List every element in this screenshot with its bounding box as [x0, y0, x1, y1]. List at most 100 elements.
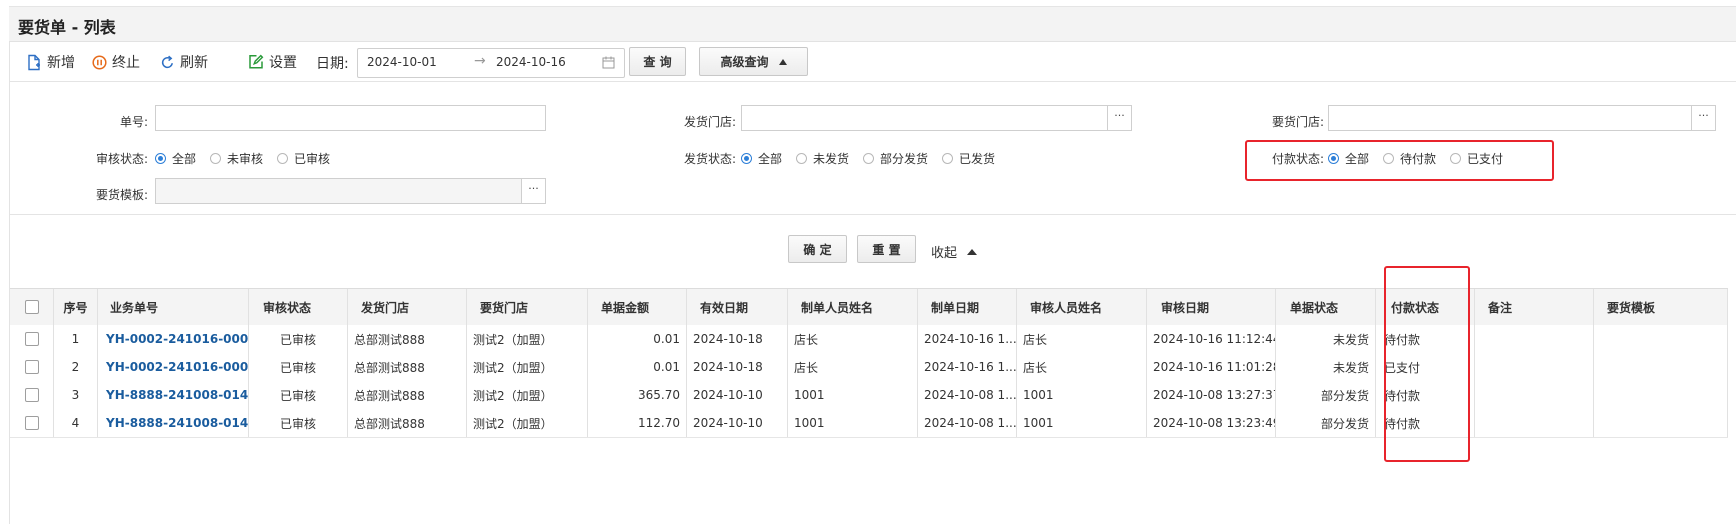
row-checkbox[interactable]	[24, 360, 39, 374]
radio-label: 未审核	[227, 152, 264, 166]
audit-option-audited[interactable]: 已审核	[277, 150, 330, 167]
edit-settings-icon	[249, 54, 264, 69]
table-cell: 2024-10-18	[687, 325, 788, 353]
row-checkbox[interactable]	[24, 388, 39, 402]
toolbar: 新增 终止 刷新 设置 日期: 2024-10-01 → 2024-10-16 …	[10, 41, 1736, 81]
header-cell[interactable]: 制单日期	[918, 289, 1017, 325]
settings-label: 设置	[269, 55, 297, 71]
radio-label: 部分发货	[880, 152, 929, 166]
order-no-link[interactable]: YH-0002-241016-0007	[98, 353, 249, 381]
header-cell[interactable]: 有效日期	[687, 289, 788, 325]
radio[interactable]	[796, 153, 808, 164]
template-input[interactable]	[155, 178, 522, 204]
audit-option-all[interactable]: 全部	[155, 150, 196, 167]
ship-option-shipped[interactable]: 已发货	[942, 150, 995, 167]
date-to[interactable]: 2024-10-16	[496, 55, 566, 69]
reset-button[interactable]: 重 置	[857, 235, 916, 263]
table-cell	[1475, 381, 1594, 409]
order-no-label: 单号:	[119, 115, 148, 129]
template-picker-button[interactable]: ···	[521, 178, 546, 204]
header-cell[interactable]: 要货模板	[1594, 289, 1728, 325]
pay-status-highlight	[1245, 140, 1554, 181]
table-cell: 2024-10-16 1...	[918, 353, 1017, 381]
stop-button[interactable]: 终止	[92, 51, 140, 73]
reset-label: 重 置	[872, 242, 901, 257]
header-cell[interactable]: 要货门店	[467, 289, 588, 325]
order-no-link[interactable]: YH-8888-241008-0148	[98, 381, 249, 409]
row-checkbox[interactable]	[24, 332, 39, 346]
table-cell: 总部测试888	[348, 409, 467, 437]
order-no-link[interactable]: YH-0002-241016-0008	[98, 325, 249, 353]
radio[interactable]	[942, 153, 954, 164]
select-all-checkbox[interactable]	[24, 300, 39, 314]
collapse-toggle[interactable]: 收起	[931, 242, 978, 261]
table-cell: 2024-10-16 11:01:28	[1147, 353, 1276, 381]
table-cell: 测试2（加盟）	[467, 353, 588, 381]
table-cell: 2024-10-10	[687, 409, 788, 437]
table-cell: 1001	[1017, 409, 1147, 437]
radio[interactable]	[277, 153, 289, 164]
table-cell	[1475, 409, 1594, 437]
table-cell: 未发货	[1276, 325, 1376, 353]
radio[interactable]	[210, 153, 222, 164]
header-cell[interactable]: 序号	[54, 289, 98, 325]
table-cell: 已审核	[249, 325, 348, 353]
order-no-link[interactable]: YH-8888-241008-0147	[98, 409, 249, 437]
add-button[interactable]: 新增	[26, 51, 75, 73]
settings-button[interactable]: 设置	[248, 51, 297, 73]
header-cell[interactable]: 制单人员姓名	[788, 289, 918, 325]
table-cell: 1001	[788, 409, 918, 437]
table-cell: 已审核	[249, 353, 348, 381]
calendar-icon[interactable]	[602, 56, 615, 69]
ship-option-partial[interactable]: 部分发货	[863, 150, 928, 167]
audit-status-label: 审核状态:	[95, 152, 148, 166]
title-bar: 要货单 - 列表	[9, 6, 1736, 42]
req-store-picker-button[interactable]: ···	[1691, 105, 1716, 131]
ship-status-radios: 全部 未发货 部分发货 已发货	[741, 150, 1009, 167]
table-row[interactable]: 3 YH-8888-241008-0148 已审核 总部测试888 测试2（加盟） 365…	[10, 381, 1728, 410]
header-cell[interactable]: 业务单号	[98, 289, 249, 325]
header-cell[interactable]: 单据状态	[1276, 289, 1376, 325]
pay-column-highlight	[1384, 266, 1470, 462]
ship-store-picker-button[interactable]: ···	[1107, 105, 1132, 131]
radio-selected[interactable]	[741, 153, 752, 164]
radio-selected[interactable]	[155, 153, 166, 164]
table-row[interactable]: 4 YH-8888-241008-0147 已审核 总部测试888 测试2（加盟） 112…	[10, 409, 1728, 438]
header-cell[interactable]: 备注	[1475, 289, 1594, 325]
template-label: 要货模板:	[95, 188, 148, 202]
table-cell	[1594, 353, 1728, 381]
ship-store-input[interactable]	[741, 105, 1108, 131]
date-from[interactable]: 2024-10-01	[367, 55, 437, 69]
table-cell: 总部测试888	[348, 381, 467, 409]
query-label: 查 询	[643, 55, 672, 69]
header-cell[interactable]: 发货门店	[348, 289, 467, 325]
header-cell[interactable]: 审核人员姓名	[1017, 289, 1147, 325]
header-cell[interactable]: 单据金额	[588, 289, 687, 325]
order-no-input[interactable]	[155, 105, 546, 131]
ship-status-label: 发货状态:	[683, 152, 736, 166]
query-button[interactable]: 查 询	[629, 47, 686, 76]
row-select-cell	[10, 409, 54, 437]
table-cell: 1001	[1017, 381, 1147, 409]
ship-option-all[interactable]: 全部	[741, 150, 782, 167]
new-document-icon	[28, 54, 40, 70]
table-cell: 1	[54, 325, 98, 353]
header-cell[interactable]: 审核状态	[249, 289, 348, 325]
ship-option-unshipped[interactable]: 未发货	[796, 150, 849, 167]
refresh-button[interactable]: 刷新	[160, 51, 208, 73]
header-cell[interactable]: 审核日期	[1147, 289, 1276, 325]
req-store-input[interactable]	[1328, 105, 1692, 131]
table-cell: 0.01	[588, 325, 687, 353]
date-range-picker[interactable]: 2024-10-01 → 2024-10-16	[357, 48, 625, 78]
table-cell: 2024-10-10	[687, 381, 788, 409]
stop-label: 终止	[112, 55, 140, 71]
advanced-query-button[interactable]: 高级查询	[699, 47, 808, 76]
radio[interactable]	[863, 153, 875, 164]
row-checkbox[interactable]	[24, 416, 39, 430]
table-row[interactable]: 1 YH-0002-241016-0008 已审核 总部测试888 测试2（加盟） 0.0…	[10, 325, 1728, 354]
radio-label: 已发货	[959, 152, 996, 166]
table-row[interactable]: 2 YH-0002-241016-0007 已审核 总部测试888 测试2（加盟） 0.0…	[10, 353, 1728, 382]
table-cell	[1594, 325, 1728, 353]
confirm-button[interactable]: 确 定	[788, 235, 847, 263]
audit-option-unaudited[interactable]: 未审核	[210, 150, 263, 167]
